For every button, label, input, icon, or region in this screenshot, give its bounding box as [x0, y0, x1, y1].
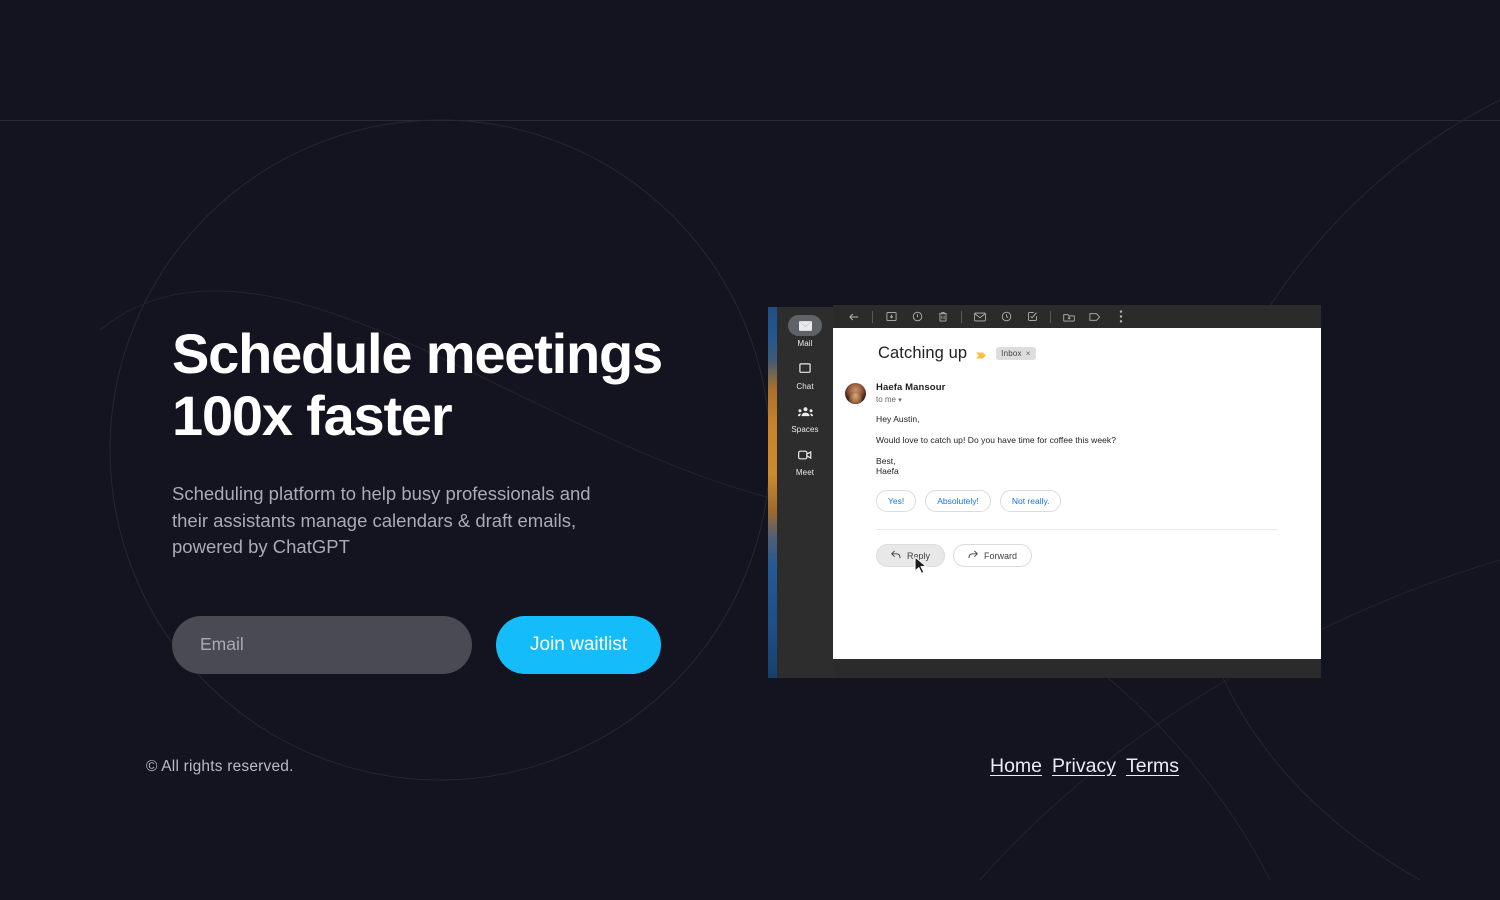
meet-icon	[788, 444, 822, 465]
smart-reply-not-really[interactable]: Not really.	[999, 490, 1062, 512]
move-to-icon[interactable]	[1056, 305, 1082, 328]
add-to-tasks-icon[interactable]	[1019, 305, 1045, 328]
rail-label-spaces: Spaces	[791, 425, 819, 434]
page-title: Schedule meetings 100x faster	[172, 322, 663, 447]
waitlist-form: Join waitlist	[172, 615, 732, 674]
rail-label-chat: Chat	[796, 382, 814, 391]
window-bottom-bar	[833, 659, 1321, 678]
forward-button[interactable]: Forward	[953, 544, 1033, 567]
archive-icon[interactable]	[878, 305, 904, 328]
recipient-text: to me	[876, 395, 897, 404]
rail-label-mail: Mail	[797, 339, 813, 348]
important-marker-icon[interactable]	[976, 348, 987, 359]
gmail-message-window: Catching up Inbox × Haefa Mansour to me …	[833, 305, 1321, 678]
forward-button-label: Forward	[984, 550, 1018, 561]
hero-section: Schedule meetings 100x faster Scheduling…	[172, 323, 732, 674]
footer-link-home[interactable]: Home	[990, 755, 1042, 778]
rail-item-meet[interactable]: Meet	[777, 444, 833, 477]
smart-reply-chips: Yes! Absolutely! Not really.	[833, 476, 1321, 512]
avatar	[845, 383, 866, 404]
sender-row: Haefa Mansour to me ▾	[833, 382, 1321, 404]
chat-icon	[788, 358, 822, 379]
message-actions: Reply Forward	[833, 530, 1321, 567]
email-field[interactable]	[172, 615, 472, 674]
message-text: Hey Austin, Would love to catch up! Do y…	[833, 414, 1321, 476]
label-chip-remove-icon[interactable]: ×	[1026, 349, 1031, 358]
mark-unread-icon[interactable]	[967, 305, 993, 328]
toolbar-divider	[961, 310, 962, 323]
rail-item-mail[interactable]: Mail	[777, 315, 833, 348]
message-subject: Catching up	[878, 344, 968, 362]
sender-details: Haefa Mansour to me ▾	[876, 382, 1321, 404]
gmail-app-rail: Mail Chat Spaces Meet	[777, 307, 833, 678]
reply-arrow-icon	[891, 550, 901, 561]
landing-page: Schedule meetings 100x faster Scheduling…	[0, 0, 1500, 900]
spaces-icon	[788, 401, 822, 422]
rail-label-meet: Meet	[795, 468, 815, 477]
smart-reply-absolutely[interactable]: Absolutely!	[925, 490, 991, 512]
gmail-screenshot-mock: Mail Chat Spaces Meet Catching up Inbox …	[768, 305, 1321, 678]
join-waitlist-button[interactable]: Join waitlist	[496, 615, 662, 674]
recipient-line[interactable]: to me ▾	[876, 395, 1321, 404]
message-greeting: Hey Austin,	[876, 414, 920, 424]
desktop-wallpaper-edge	[768, 307, 777, 678]
more-options-icon[interactable]	[1108, 305, 1134, 328]
label-chip-inbox[interactable]: Inbox ×	[996, 347, 1036, 360]
footer-link-terms[interactable]: Terms	[1126, 755, 1179, 778]
label-chip-text: Inbox	[1001, 349, 1022, 358]
smart-reply-yes[interactable]: Yes!	[876, 490, 917, 512]
mail-icon	[788, 315, 822, 336]
subject-row: Catching up Inbox ×	[833, 344, 1321, 363]
snooze-icon[interactable]	[993, 305, 1019, 328]
rail-item-chat[interactable]: Chat	[777, 358, 833, 391]
reply-button-label: Reply	[907, 550, 931, 561]
reply-button[interactable]: Reply	[876, 544, 946, 567]
label-icon[interactable]	[1082, 305, 1108, 328]
message-paragraph: Would love to catch up! Do you have time…	[876, 435, 1116, 445]
chevron-down-icon[interactable]: ▾	[898, 397, 902, 404]
sender-name: Haefa Mansour	[876, 382, 946, 393]
rail-item-spaces[interactable]: Spaces	[777, 401, 833, 434]
forward-arrow-icon	[968, 550, 978, 561]
gmail-toolbar	[833, 305, 1321, 328]
footer-link-privacy[interactable]: Privacy	[1052, 755, 1116, 778]
delete-icon[interactable]	[930, 305, 956, 328]
report-spam-icon[interactable]	[904, 305, 930, 328]
message-closing: Best,	[876, 456, 896, 466]
hero-subtitle: Scheduling platform to help busy profess…	[172, 483, 591, 557]
copyright-text: © All rights reserved.	[146, 758, 294, 775]
back-arrow-icon[interactable]	[841, 305, 867, 328]
message-signature: Haefa	[876, 466, 899, 476]
message-body-area: Catching up Inbox × Haefa Mansour to me …	[833, 328, 1321, 655]
toolbar-divider	[1050, 310, 1051, 323]
toolbar-divider	[872, 310, 873, 323]
footer-nav: Home Privacy Terms	[990, 755, 1179, 778]
